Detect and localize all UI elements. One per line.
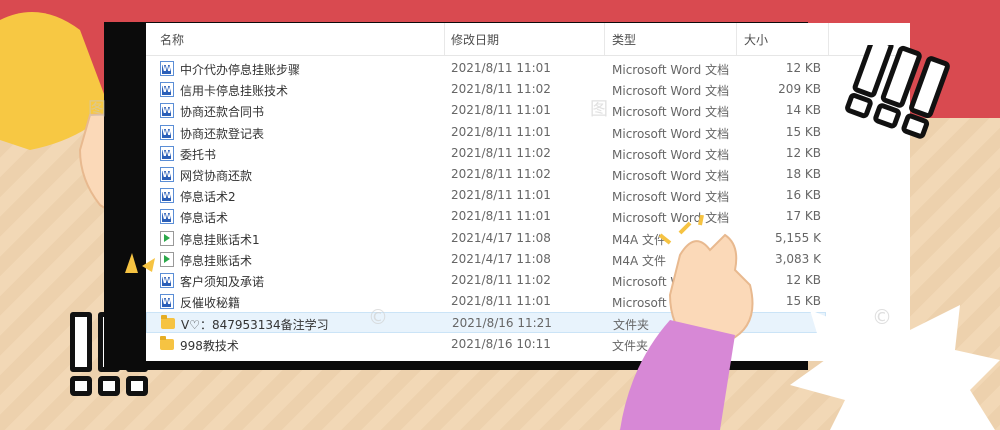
file-type: Microsoft Word 文档 bbox=[612, 63, 730, 77]
file-date: 2021/8/16 11:21 bbox=[452, 316, 552, 331]
file-name: 中介代办停息挂账步骤 bbox=[180, 63, 301, 77]
file-type: Microsoft Word 文档 bbox=[612, 169, 730, 183]
image-watermark: 图 bbox=[88, 99, 106, 120]
file-row[interactable]: 信用卡停息挂账技术 2021/8/11 11:02 Microsoft Word 文… bbox=[146, 79, 826, 100]
folder-icon bbox=[161, 315, 175, 330]
file-name: 停息话术2 bbox=[180, 190, 236, 205]
file-date: 2021/4/17 11:08 bbox=[451, 251, 551, 266]
file-date: 2021/8/11 11:01 bbox=[451, 103, 551, 118]
file-size: 14 KB bbox=[785, 103, 821, 118]
file-size: 209 KB bbox=[778, 82, 821, 97]
word-doc-icon bbox=[160, 209, 174, 225]
file-size: 15 KB bbox=[785, 124, 821, 139]
file-name: 网贷协商还款 bbox=[180, 169, 253, 183]
file-date: 2021/8/11 11:02 bbox=[451, 273, 551, 287]
file-row[interactable]: 委托书 2021/8/11 11:02 Microsoft Word 文档 12 KB bbox=[146, 143, 826, 164]
file-name: 停息挂账话术1 bbox=[180, 232, 260, 247]
file-name: 信用卡停息挂账技术 bbox=[180, 84, 289, 99]
word-doc-icon bbox=[160, 124, 174, 140]
file-date: 2021/8/16 10:11 bbox=[451, 336, 551, 351]
column-separator[interactable] bbox=[444, 23, 445, 55]
file-type: Microsoft Word 文档 bbox=[612, 190, 730, 205]
file-type: Microsoft Word 文档 bbox=[612, 105, 730, 120]
file-size: 18 KB bbox=[785, 167, 821, 181]
audio-file-icon bbox=[160, 230, 174, 246]
file-name: 998教技术 bbox=[180, 338, 239, 353]
copyright-watermark: © bbox=[368, 305, 388, 329]
file-name: V♡：847953134备注学习 bbox=[181, 318, 329, 333]
file-date: 2021/8/11 11:01 bbox=[451, 188, 551, 203]
file-date: 2021/8/11 11:01 bbox=[451, 124, 551, 139]
column-separator[interactable] bbox=[828, 23, 829, 55]
file-size: 12 KB bbox=[785, 61, 821, 75]
pink-arm-illustration bbox=[620, 215, 754, 430]
sparkle-mark bbox=[125, 253, 155, 273]
word-doc-icon bbox=[160, 167, 174, 182]
file-size: 12 KB bbox=[785, 145, 821, 160]
column-name[interactable]: 名称 bbox=[160, 31, 184, 48]
word-doc-icon bbox=[160, 61, 174, 76]
file-name: 协商还款登记表 bbox=[180, 126, 265, 141]
word-doc-icon bbox=[160, 103, 174, 119]
file-row[interactable]: 中介代办停息挂账步骤 2021/8/11 11:01 Microsoft Word … bbox=[146, 58, 826, 79]
file-row[interactable]: 停息话术2 2021/8/11 11:01 Microsoft Word 文档 16 … bbox=[146, 185, 826, 206]
file-date: 2021/4/17 11:08 bbox=[451, 230, 551, 245]
file-name: 客户须知及承诺 bbox=[180, 275, 265, 289]
column-header: 名称 修改日期 类型 大小 bbox=[146, 23, 910, 56]
file-size: 16 KB bbox=[785, 188, 821, 203]
file-date: 2021/8/11 11:02 bbox=[451, 145, 551, 160]
file-row[interactable]: 网贷协商还款 2021/8/11 11:02 Microsoft Word 文档 18… bbox=[146, 164, 826, 185]
word-doc-icon bbox=[160, 188, 174, 204]
file-row[interactable]: 协商还款合同书 2021/8/11 11:01 Microsoft Word 文档 1… bbox=[146, 100, 826, 121]
file-name: 委托书 bbox=[180, 147, 217, 162]
file-name: 停息挂账话术 bbox=[180, 253, 253, 268]
copyright-watermark: © bbox=[872, 305, 892, 329]
word-doc-icon bbox=[160, 294, 174, 310]
column-size[interactable]: 大小 bbox=[744, 31, 768, 48]
file-name: 反催收秘籍 bbox=[180, 296, 241, 311]
file-type: Microsoft Word 文档 bbox=[612, 84, 730, 99]
column-date[interactable]: 修改日期 bbox=[451, 31, 499, 48]
file-type: Microsoft Word 文档 bbox=[612, 126, 730, 141]
column-type[interactable]: 类型 bbox=[612, 31, 636, 48]
file-date: 2021/8/11 11:02 bbox=[451, 167, 551, 181]
file-date: 2021/8/11 11:01 bbox=[451, 294, 551, 309]
exclamation-marks-right bbox=[845, 45, 950, 139]
word-doc-icon bbox=[160, 82, 174, 98]
speech-burst-shape bbox=[790, 295, 1000, 430]
column-separator[interactable] bbox=[604, 23, 605, 55]
file-name: 停息话术 bbox=[180, 211, 229, 226]
word-doc-icon bbox=[160, 273, 174, 288]
file-name: 协商还款合同书 bbox=[180, 105, 265, 120]
file-date: 2021/8/11 11:01 bbox=[451, 209, 551, 224]
file-date: 2021/8/11 11:02 bbox=[451, 82, 551, 97]
folder-icon bbox=[160, 335, 174, 350]
word-doc-icon bbox=[160, 145, 174, 161]
file-row[interactable]: 协商还款登记表 2021/8/11 11:01 Microsoft Word 文档 1… bbox=[146, 122, 826, 143]
column-separator[interactable] bbox=[736, 23, 737, 55]
file-type: Microsoft Word 文档 bbox=[612, 147, 730, 162]
image-watermark: 图 bbox=[590, 99, 608, 120]
audio-file-icon bbox=[160, 251, 174, 267]
file-date: 2021/8/11 11:01 bbox=[451, 61, 551, 75]
